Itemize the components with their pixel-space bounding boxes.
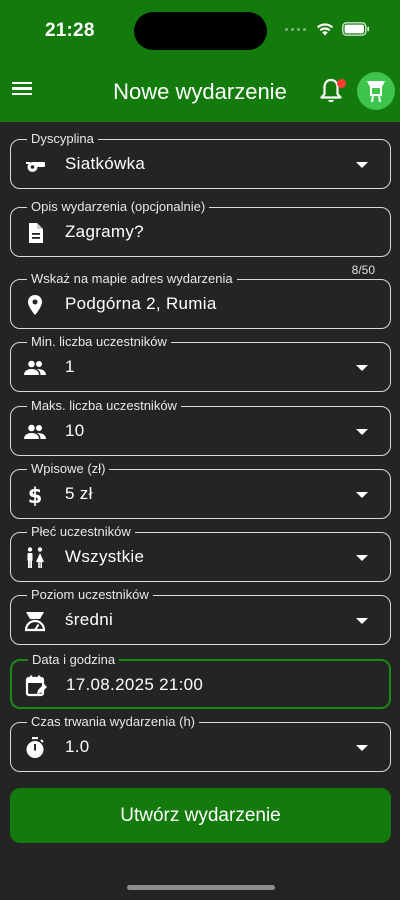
scale-icon	[24, 612, 46, 632]
wifi-icon	[316, 23, 334, 36]
chevron-down-icon	[356, 618, 368, 624]
field-label: Czas trwania wydarzenia (h)	[27, 714, 200, 730]
field-label: Płeć uczestników	[27, 524, 135, 540]
field-label: Wskaż na mapie adres wydarzenia	[27, 271, 237, 287]
field-label: Maks. liczba uczestników	[27, 398, 181, 414]
field-value: Wszystkie	[65, 547, 145, 566]
fee-select[interactable]: Wpisowe (zł) $ 5 zł	[10, 461, 391, 519]
document-icon	[29, 223, 43, 243]
people-icon	[24, 360, 46, 375]
battery-icon	[342, 22, 370, 36]
whistle-icon	[26, 162, 45, 172]
stopwatch-icon	[26, 737, 44, 758]
character-counter: 8/50	[351, 263, 375, 277]
field-label: Data i godzina	[28, 652, 120, 668]
status-icons	[285, 22, 370, 36]
field-value: średni	[65, 610, 114, 629]
chevron-down-icon	[356, 555, 368, 561]
chevron-down-icon	[356, 162, 368, 168]
home-indicator	[127, 885, 275, 890]
chevron-down-icon	[356, 745, 368, 751]
dollar-icon: $	[28, 484, 43, 507]
avatar[interactable]	[357, 72, 395, 110]
chevron-down-icon	[356, 365, 368, 371]
min-participants-select[interactable]: Min. liczba uczestników 1	[10, 334, 391, 392]
field-value: 1	[65, 357, 75, 376]
location-pin-icon	[28, 295, 42, 315]
app-bar: Nowe wydarzenie	[0, 62, 400, 122]
gender-icon	[27, 547, 44, 568]
status-bar: 21:28	[0, 0, 400, 62]
field-value: Siatkówka	[65, 154, 146, 173]
field-label: Opis wydarzenia (opcjonalnie)	[27, 199, 210, 215]
discipline-select[interactable]: Dyscyplina Siatkówka	[10, 131, 391, 189]
svg-text:$: $	[28, 484, 43, 507]
level-select[interactable]: Poziom uczestników średni	[10, 587, 391, 645]
field-value: Podgórna 2, Rumia	[65, 294, 217, 313]
chevron-down-icon	[356, 429, 368, 435]
gender-select[interactable]: Płeć uczestników Wszystkie	[10, 524, 391, 582]
notification-badge	[337, 79, 346, 88]
duration-select[interactable]: Czas trwania wydarzenia (h) 1.0	[10, 714, 391, 772]
field-value: Zagramy?	[65, 222, 144, 241]
create-event-button[interactable]: Utwórz wydarzenie	[10, 788, 391, 843]
max-participants-select[interactable]: Maks. liczba uczestników 10	[10, 398, 391, 456]
address-field[interactable]: Wskaż na mapie adres wydarzenia Podgórna…	[10, 271, 391, 329]
chevron-down-icon	[356, 492, 368, 498]
calendar-edit-icon	[25, 675, 47, 697]
field-value: 17.08.2025 21:00	[66, 675, 204, 694]
description-field[interactable]: Opis wydarzenia (opcjonalnie) Zagramy?	[10, 199, 391, 257]
field-value: 1.0	[65, 737, 90, 756]
field-label: Poziom uczestników	[27, 587, 153, 603]
datetime-field[interactable]: Data i godzina 17.08.2025 21:00	[10, 652, 391, 709]
field-label: Wpisowe (zł)	[27, 461, 110, 477]
field-value: 10	[65, 421, 85, 440]
people-icon	[24, 424, 46, 439]
bell-icon[interactable]	[318, 77, 346, 107]
field-value: 5 zł	[65, 484, 93, 503]
dynamic-island	[134, 12, 267, 50]
field-label: Dyscyplina	[27, 131, 98, 147]
avatar-icon	[367, 81, 385, 103]
field-label: Min. liczba uczestników	[27, 334, 171, 350]
signal-icon	[285, 27, 306, 31]
status-time: 21:28	[45, 20, 95, 41]
